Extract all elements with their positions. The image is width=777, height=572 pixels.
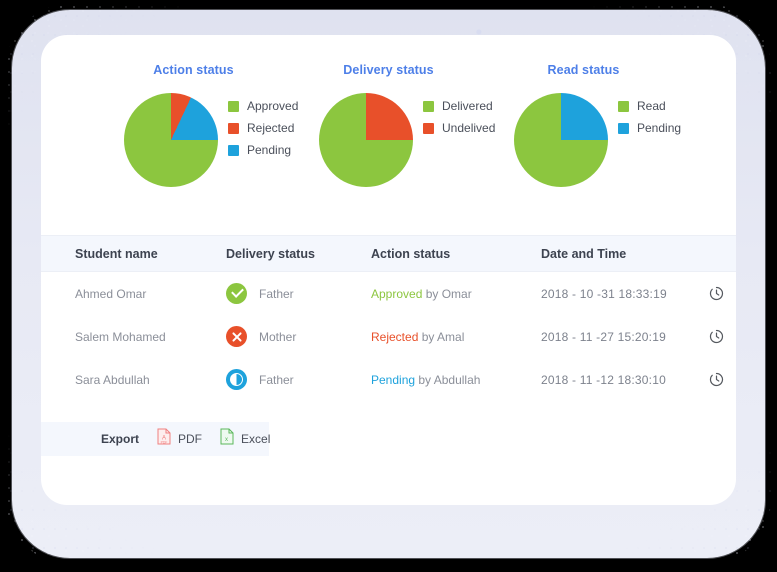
table-row[interactable]: Ahmed Omar Father Approved by Omar 2018 - 1… (41, 272, 736, 315)
legend-label: Rejected (247, 121, 295, 135)
legend-label: Delivered (442, 99, 493, 113)
cell-date-and-time: 2018 - 11 -12 18:30:10 (541, 372, 666, 387)
legend-swatch-rejected (228, 122, 239, 134)
cell-date-and-time: 2018 - 10 -31 18:33:19 (541, 286, 667, 301)
row-history-button[interactable] (696, 329, 736, 344)
table-body: Ahmed Omar Father Approved by Omar 2018 - 1… (41, 272, 736, 401)
legend-item: Undelived (423, 121, 495, 135)
dashboard-card: Action status Approved Rejected Pending … (41, 35, 736, 505)
cell-delivery-status: Father (226, 283, 371, 304)
legend-swatch-pending (228, 144, 239, 156)
cell-student-name: Salem Mohamed (75, 329, 166, 344)
action-status-author: by Omar (422, 286, 472, 301)
legend-swatch-read (618, 100, 629, 112)
action-status-badge: Approved (371, 286, 423, 301)
chart-action-status: Action status Approved Rejected Pending (116, 35, 298, 198)
pie-chart-read-status (514, 93, 608, 187)
chart-delivery-status: Delivery status Delivered Undelived (311, 35, 495, 198)
svg-text:x: x (225, 437, 228, 443)
half-circle-icon (226, 369, 247, 390)
history-clock-icon (709, 286, 724, 301)
delivery-status-text: Father (259, 372, 294, 387)
chart-legend: Delivered Undelived (423, 99, 495, 143)
legend-item: Read (618, 99, 681, 113)
history-clock-icon (709, 372, 724, 387)
column-header-action-status: Action status (371, 246, 451, 261)
legend-swatch-pending (618, 122, 629, 134)
legend-label: Undelived (442, 121, 496, 135)
legend-item: Delivered (423, 99, 495, 113)
delivery-status-text: Father (259, 286, 294, 301)
cell-action-status: Rejected by Amal (371, 330, 541, 344)
pdf-file-icon: A PDF (157, 428, 171, 450)
table-row[interactable]: Salem Mohamed Mother Rejected by Amal 2018 … (41, 315, 736, 358)
legend-label: Pending (637, 121, 682, 135)
legend-label: Approved (247, 99, 299, 113)
column-header-date-and-time: Date and Time (541, 246, 627, 261)
chart-title: Read status (547, 63, 620, 77)
excel-file-icon: x (220, 428, 234, 450)
charts-row: Action status Approved Rejected Pending … (41, 35, 736, 225)
history-clock-icon (709, 329, 724, 344)
pie-chart-action-status (124, 93, 218, 187)
chart-read-status: Read status Read Pending (506, 35, 681, 198)
action-status-badge: Rejected (371, 329, 419, 344)
x-circle-icon (226, 326, 247, 347)
legend-label: Pending (247, 143, 292, 157)
check-circle-icon (226, 283, 247, 304)
cell-date-and-time: 2018 - 11 -27 15:20:19 (541, 329, 666, 344)
table-header-row: Student name Delivery status Action stat… (41, 235, 736, 272)
delivery-status-text: Mother (259, 329, 297, 344)
action-status-author: by Abdullah (415, 372, 481, 387)
export-pdf-button[interactable]: A PDF PDF (157, 428, 202, 450)
row-history-button[interactable] (696, 372, 736, 387)
legend-label: Read (637, 99, 666, 113)
svg-text:PDF: PDF (161, 440, 168, 444)
legend-item: Pending (228, 143, 298, 157)
column-header-delivery-status: Delivery status (226, 246, 315, 261)
students-table: Student name Delivery status Action stat… (41, 235, 736, 401)
export-label: Export (101, 432, 140, 446)
chart-title: Delivery status (343, 63, 434, 77)
cell-action-status: Pending by Abdullah (371, 373, 541, 387)
legend-item: Rejected (228, 121, 298, 135)
cell-delivery-status: Mother (226, 326, 371, 347)
action-status-badge: Pending (371, 372, 416, 387)
export-excel-button[interactable]: x Excel (220, 428, 270, 450)
pie-chart-delivery-status (319, 93, 413, 187)
column-header-student-name: Student name (75, 246, 158, 261)
cell-delivery-status: Father (226, 369, 371, 390)
screenshot-stage: Action status Approved Rejected Pending … (0, 0, 777, 572)
row-history-button[interactable] (696, 286, 736, 301)
legend-item: Approved (228, 99, 298, 113)
cell-action-status: Approved by Omar (371, 287, 541, 301)
chart-title: Action status (153, 63, 234, 77)
legend-swatch-approved (228, 100, 239, 112)
legend-swatch-delivered (423, 100, 434, 112)
chart-legend: Read Pending (618, 99, 681, 143)
action-status-author: by Amal (418, 329, 465, 344)
export-pdf-label: PDF (178, 432, 203, 446)
export-bar: Export A PDF PDF x Excel (41, 422, 270, 456)
chart-legend: Approved Rejected Pending (228, 99, 298, 165)
legend-item: Pending (618, 121, 681, 135)
cell-student-name: Sara Abdullah (75, 372, 150, 387)
export-excel-label: Excel (241, 432, 271, 446)
table-row[interactable]: Sara Abdullah Father Pending by Abdullah 20… (41, 358, 736, 401)
cell-student-name: Ahmed Omar (75, 286, 147, 301)
legend-swatch-undelived (423, 122, 434, 134)
